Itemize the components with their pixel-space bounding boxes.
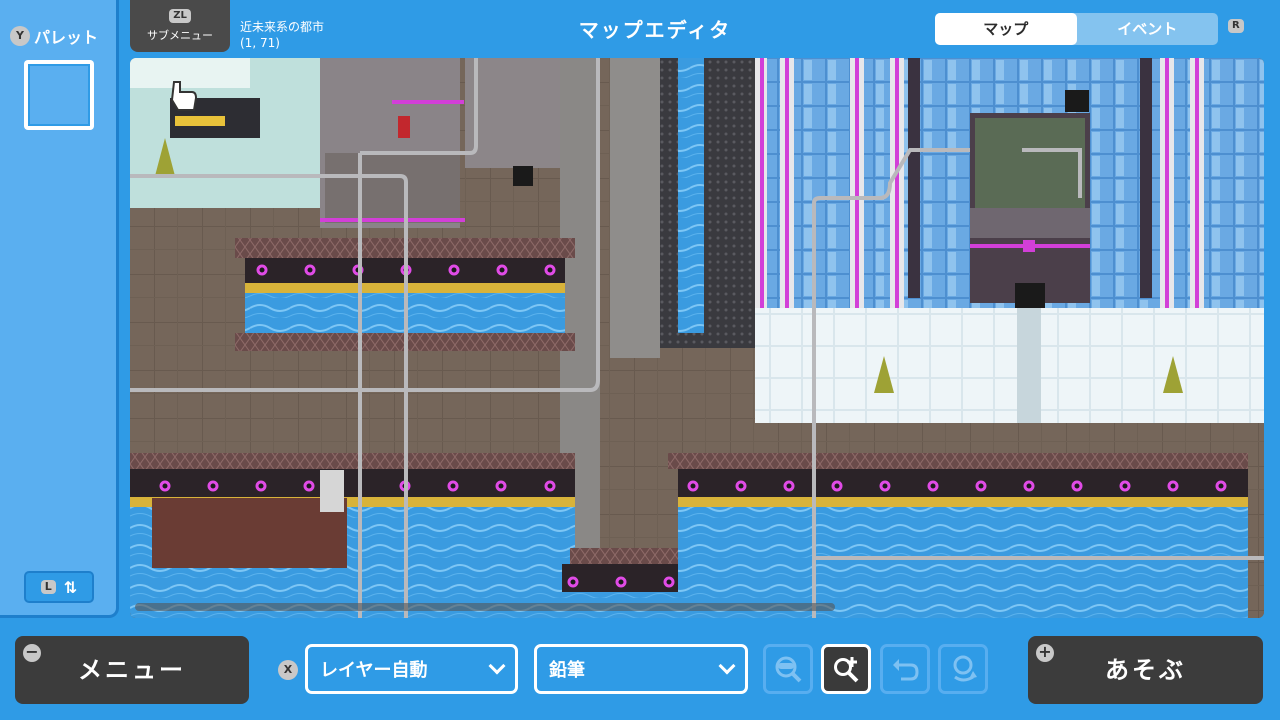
palette-selected-tile[interactable]: [24, 60, 94, 130]
submenu-button[interactable]: ZL サブメニュー: [130, 0, 230, 52]
tab-event[interactable]: イベント: [1077, 13, 1219, 45]
tool-select-value: 鉛筆: [549, 660, 585, 681]
plus-button-icon: +: [1036, 644, 1054, 662]
x-button-icon: X: [278, 660, 298, 680]
l-button-icon: L: [40, 580, 56, 594]
map-info: 近未来系の都市 (1, 71): [240, 19, 324, 51]
eyedropper-button[interactable]: [763, 644, 813, 694]
menu-label: メニュー: [78, 656, 186, 684]
page-title: マップエディタ: [578, 18, 732, 42]
play-button[interactable]: + あそぶ: [1028, 636, 1263, 704]
mode-tabs: マップ イベント: [935, 13, 1218, 45]
tool-select[interactable]: 鉛筆: [534, 644, 748, 694]
play-label: あそぶ: [1105, 656, 1186, 684]
map-tiles: [130, 58, 1264, 618]
layer-select-value: レイヤー自動: [320, 660, 428, 681]
swap-vertical-icon: ⇅: [63, 577, 78, 597]
chevron-down-icon: [718, 657, 736, 675]
y-button-icon: Y: [10, 26, 30, 46]
layer-select[interactable]: レイヤー自動: [305, 644, 518, 694]
map-name: 近未来系の都市: [240, 20, 325, 34]
palette-tile-preview: [28, 64, 90, 126]
magnify-plus-icon: [834, 657, 859, 683]
undo-icon: [893, 659, 919, 681]
tab-map[interactable]: マップ: [935, 13, 1077, 45]
cursor-coords: (1, 71): [240, 36, 280, 50]
palette-label: パレット: [34, 28, 99, 47]
map-canvas[interactable]: [130, 58, 1264, 618]
minus-button-icon: −: [23, 644, 41, 662]
redo-icon: [953, 655, 977, 682]
eyedropper-icon: [775, 656, 802, 683]
menu-button[interactable]: − メニュー: [15, 636, 249, 704]
redo-button[interactable]: [938, 644, 988, 694]
palette-toggle-button[interactable]: L ⇅: [24, 571, 94, 603]
r-button-icon: R: [1228, 19, 1244, 33]
undo-button[interactable]: [880, 644, 930, 694]
zl-button-icon: ZL: [169, 9, 191, 23]
submenu-label: サブメニュー: [147, 29, 213, 42]
zoom-button[interactable]: [821, 644, 871, 694]
chevron-down-icon: [488, 657, 506, 675]
